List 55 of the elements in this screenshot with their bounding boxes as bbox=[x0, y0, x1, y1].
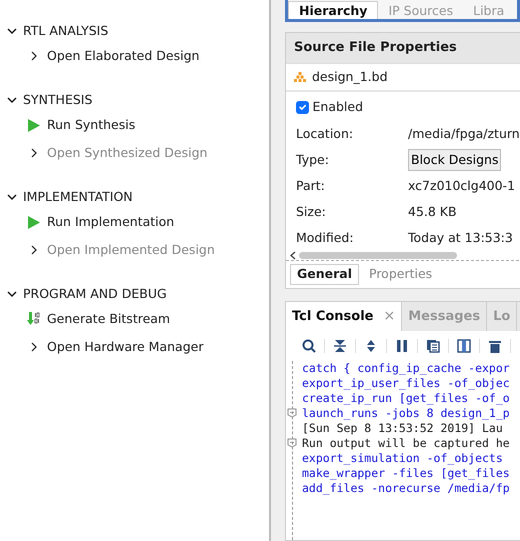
flow-item[interactable]: Open Hardware Manager bbox=[47, 338, 204, 356]
type-button[interactable]: Block Designs bbox=[408, 148, 502, 172]
file-name: design_1.bd bbox=[312, 68, 388, 86]
console-line: catch { config_ip_cache -expor bbox=[302, 360, 510, 376]
flow-item[interactable]: Open Elaborated Design bbox=[47, 46, 200, 66]
console-line: export_simulation -of_objects bbox=[302, 450, 503, 466]
console-line: launch_runs -jobs 8 design_1_p bbox=[302, 406, 510, 421]
section-heading: PROGRAM AND DEBUG bbox=[23, 284, 167, 303]
trash-icon[interactable] bbox=[488, 338, 502, 353]
console-line: [Sun Sep 8 13:53:52 2019] Lau bbox=[302, 420, 503, 436]
console-line: export_ip_user_files -of_objec bbox=[302, 376, 510, 391]
scrollbar-thumb[interactable] bbox=[299, 252, 457, 259]
play-icon bbox=[28, 216, 40, 228]
source-tab[interactable]: Hierarchy bbox=[288, 1, 378, 19]
scroll-left-icon bbox=[290, 251, 296, 260]
chevron-right-icon bbox=[29, 245, 39, 255]
console-line: make_wrapper -files [get_files bbox=[302, 466, 510, 481]
property-value: xc7z010clg400-1 bbox=[408, 176, 516, 195]
search-icon[interactable] bbox=[302, 338, 316, 353]
chevron-right-icon bbox=[29, 148, 39, 158]
console-line: Run output will be captured he bbox=[302, 436, 510, 451]
panel-tab[interactable]: General bbox=[290, 264, 359, 285]
panel-tab[interactable]: Properties bbox=[363, 264, 438, 285]
columns-icon[interactable] bbox=[457, 338, 471, 353]
section-heading: SYNTHESIS bbox=[23, 90, 92, 109]
download-binary-icon bbox=[27, 312, 41, 326]
property-label: Modified: bbox=[296, 228, 355, 247]
pause-icon[interactable] bbox=[395, 338, 409, 353]
panel-title: Source File Properties bbox=[286, 33, 520, 64]
property-value: Today at 13:53:3 bbox=[408, 228, 513, 247]
property-value: 45.8 KB bbox=[408, 202, 457, 221]
copy-icon[interactable] bbox=[426, 338, 440, 353]
checkbox-label: Enabled bbox=[312, 98, 364, 116]
chevron-right-icon bbox=[29, 51, 39, 61]
flow-item[interactable]: Run Implementation bbox=[47, 212, 174, 232]
collapse-all-icon[interactable] bbox=[333, 338, 347, 353]
expand-all-icon[interactable] bbox=[364, 338, 378, 353]
flow-item[interactable]: Generate Bitstream bbox=[47, 310, 170, 328]
play-icon bbox=[28, 118, 40, 132]
section-heading: RTL ANALYSIS bbox=[23, 22, 108, 40]
property-label: Size: bbox=[296, 202, 327, 221]
console-line: create_ip_run [get_files -of_o bbox=[302, 390, 510, 406]
property-value: /media/fpga/zturn bbox=[408, 124, 520, 143]
section-heading: IMPLEMENTATION bbox=[23, 188, 133, 206]
hierarchy-icon bbox=[294, 72, 306, 82]
enabled-checkbox[interactable] bbox=[296, 101, 308, 114]
fold-icon[interactable] bbox=[287, 408, 297, 418]
fold-icon[interactable] bbox=[287, 438, 297, 448]
console-line: add_files -norecurse /media/fp bbox=[302, 480, 510, 496]
property-label: Type: bbox=[296, 150, 330, 169]
flow-item[interactable]: Run Synthesis bbox=[47, 116, 136, 134]
chevron-right-icon bbox=[29, 342, 39, 352]
console-tab[interactable]: Tcl Console × bbox=[286, 302, 402, 331]
property-label: Part: bbox=[296, 176, 326, 195]
property-label: Location: bbox=[296, 124, 354, 143]
